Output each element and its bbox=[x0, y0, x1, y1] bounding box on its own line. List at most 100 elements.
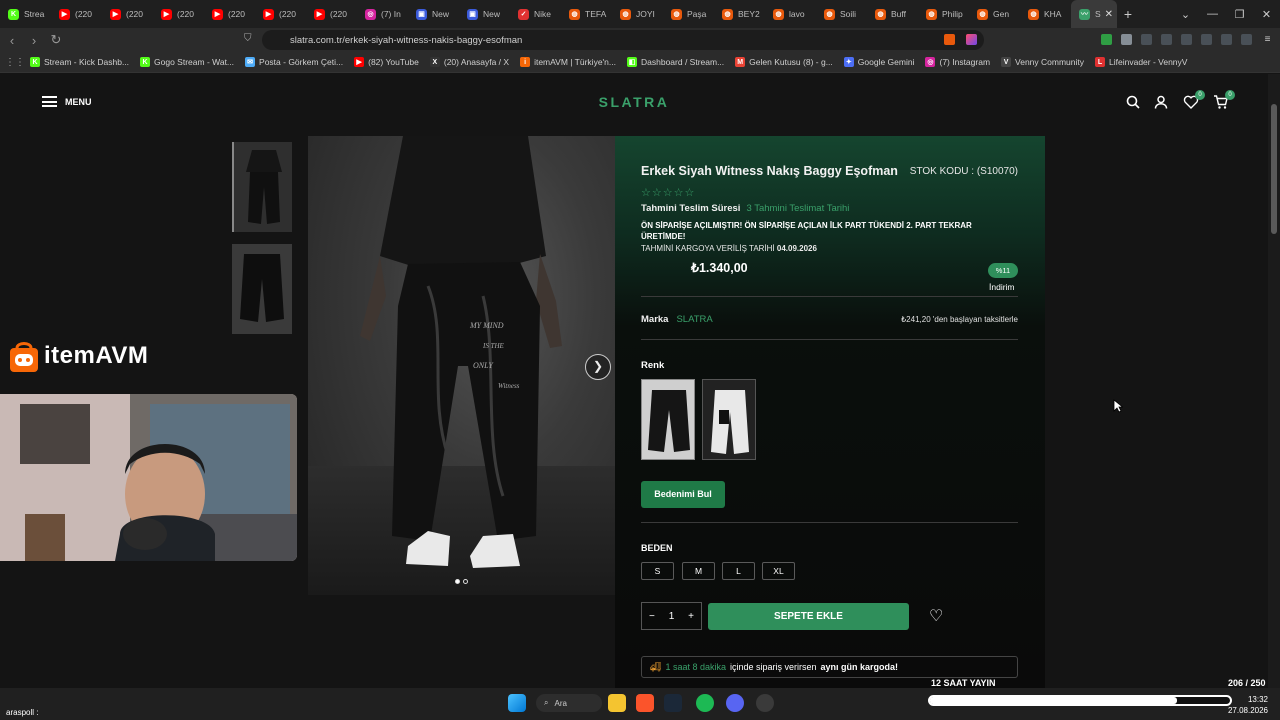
size-option-s[interactable]: S bbox=[641, 562, 674, 580]
size-option-xl[interactable]: XL bbox=[762, 562, 795, 580]
carousel-dot-active[interactable] bbox=[455, 579, 460, 584]
close-window-icon[interactable]: ✕ bbox=[1253, 8, 1280, 21]
color-swatch-white[interactable] bbox=[702, 379, 756, 460]
account-icon[interactable] bbox=[1153, 94, 1169, 110]
gallery-thumbnail[interactable] bbox=[232, 244, 292, 334]
browser-tab[interactable]: ◎ (7) In bbox=[357, 0, 408, 28]
browser-tab[interactable]: ◍ Paşa bbox=[663, 0, 714, 28]
bookmark-item[interactable]: ◎ (7) Instagram bbox=[925, 57, 990, 67]
browser-tab[interactable]: ◍ Philip bbox=[918, 0, 969, 28]
browser-tab[interactable]: ▶ (220 bbox=[102, 0, 153, 28]
next-image-arrow-icon[interactable]: ❯ bbox=[585, 354, 611, 380]
wallet-icon[interactable] bbox=[1201, 34, 1212, 45]
forward-icon[interactable]: › bbox=[24, 33, 44, 48]
bookmark-item[interactable]: ◧ Dashboard / Stream... bbox=[627, 57, 724, 67]
url-field[interactable]: slatra.com.tr/erkek-siyah-witness-nakis-… bbox=[262, 30, 984, 50]
decrease-qty-button[interactable]: − bbox=[649, 611, 655, 622]
browser-tab[interactable]: ◍ Buff bbox=[867, 0, 918, 28]
brave-browser-icon[interactable] bbox=[636, 694, 654, 712]
find-my-size-button[interactable]: Bedenimi Bul bbox=[641, 481, 725, 508]
tab-favicon-icon: ▶ bbox=[212, 8, 223, 20]
bookmark-favicon-icon: ◧ bbox=[627, 57, 637, 67]
browser-tab[interactable]: ◍ lavo bbox=[765, 0, 816, 28]
carousel-dot[interactable] bbox=[463, 579, 468, 584]
browser-tab[interactable]: ▣ New bbox=[459, 0, 510, 28]
browser-tab[interactable]: ▣ New bbox=[408, 0, 459, 28]
search-icon[interactable] bbox=[1125, 94, 1141, 110]
minimize-icon[interactable]: — bbox=[1199, 8, 1226, 20]
page-scrollbar[interactable] bbox=[1268, 74, 1280, 688]
browser-tab[interactable]: ▶ (220 bbox=[51, 0, 102, 28]
browser-tab[interactable]: ◍ KHA bbox=[1020, 0, 1071, 28]
cart-icon[interactable]: 0 bbox=[1213, 90, 1235, 110]
cargo-date: TAHMİNİ KARGOYA VERİLİŞ TARİHİ 04.09.202… bbox=[641, 244, 817, 253]
stream-goal-progress-fill bbox=[930, 697, 1178, 704]
browser-tab[interactable]: ▶ (220 bbox=[255, 0, 306, 28]
windows-start-icon[interactable] bbox=[508, 694, 526, 712]
wishlist-icon[interactable]: 0 bbox=[1183, 90, 1205, 110]
gallery-thumbnail[interactable] bbox=[232, 142, 292, 232]
maximize-icon[interactable]: ❐ bbox=[1226, 8, 1253, 21]
system-clock[interactable]: 13:32 27.08.2026 bbox=[1228, 694, 1268, 716]
bookmark-item[interactable]: L Lifeinvader - VennyV bbox=[1095, 57, 1187, 67]
browser-menu-icon[interactable]: ≡ bbox=[1262, 34, 1273, 45]
extension-icon[interactable] bbox=[1101, 34, 1112, 45]
back-icon[interactable]: ‹ bbox=[2, 33, 22, 48]
new-tab-icon[interactable]: + bbox=[1117, 6, 1139, 22]
extensions-puzzle-icon[interactable] bbox=[1141, 34, 1152, 45]
bookmark-item[interactable]: i itemAVM | Türkiye'n... bbox=[520, 57, 616, 67]
browser-tab[interactable]: ◍ Gen bbox=[969, 0, 1020, 28]
close-tab-icon[interactable]: ✕ bbox=[1105, 9, 1113, 20]
brand-link[interactable]: SLATRA bbox=[676, 314, 712, 325]
size-option-m[interactable]: M bbox=[682, 562, 715, 580]
discord-icon[interactable] bbox=[726, 694, 744, 712]
tab-favicon-icon: 〰 bbox=[1079, 8, 1090, 20]
tab-favicon-icon: K bbox=[8, 8, 19, 20]
bookmark-item[interactable]: V Venny Community bbox=[1001, 57, 1084, 67]
browser-tab[interactable]: ▶ (220 bbox=[204, 0, 255, 28]
browser-tab[interactable]: K Strea bbox=[0, 0, 51, 28]
browser-tab[interactable]: ✓ Nike bbox=[510, 0, 561, 28]
rating-stars[interactable]: ☆☆☆☆☆ bbox=[641, 186, 695, 199]
browser-tab[interactable]: ▶ (220 bbox=[153, 0, 204, 28]
media-icon[interactable] bbox=[1161, 34, 1172, 45]
bookmark-item[interactable]: K Gogo Stream - Wat... bbox=[140, 57, 234, 67]
color-swatch-black[interactable] bbox=[641, 379, 695, 460]
sidebar-icon[interactable] bbox=[1181, 34, 1192, 45]
product-main-image[interactable]: MY MIND IS THE ONLY Witness bbox=[308, 136, 615, 595]
size-option-l[interactable]: L bbox=[722, 562, 755, 580]
site-logo[interactable]: SLATRA bbox=[0, 94, 1268, 110]
browser-tab[interactable]: ◍ TEFA bbox=[561, 0, 612, 28]
bookmark-item[interactable]: ▶ (82) YouTube bbox=[354, 57, 419, 67]
brave-shield-icon[interactable] bbox=[944, 34, 955, 45]
obs-icon[interactable] bbox=[756, 694, 774, 712]
browser-tab[interactable]: ◍ JOYI bbox=[612, 0, 663, 28]
steam-icon[interactable] bbox=[664, 694, 682, 712]
bookmark-item[interactable]: X (20) Anasayfa / X bbox=[429, 57, 509, 67]
spotify-icon[interactable] bbox=[696, 694, 714, 712]
add-to-cart-button[interactable]: SEPETE EKLE bbox=[708, 603, 909, 630]
add-to-wishlist-heart-icon[interactable]: ♡ bbox=[929, 606, 943, 626]
bookmark-icon[interactable]: ⛉ bbox=[244, 33, 252, 44]
browser-tab[interactable]: ◍ Soili bbox=[816, 0, 867, 28]
bookmark-item[interactable]: M Gelen Kutusu (8) - g... bbox=[735, 57, 833, 67]
taskbar-search[interactable]: ⌕ Ara bbox=[536, 694, 602, 712]
browser-tab[interactable]: ▶ (220 bbox=[306, 0, 357, 28]
apps-grid-icon[interactable]: ⋮⋮ bbox=[0, 57, 30, 68]
tab-search-icon[interactable]: ⌄ bbox=[1172, 8, 1199, 21]
extension-icon[interactable] bbox=[1121, 34, 1132, 45]
quantity-value[interactable]: 1 bbox=[669, 611, 675, 622]
tab-label: Gen bbox=[993, 9, 1010, 19]
bookmark-item[interactable]: ✦ Google Gemini bbox=[843, 57, 914, 67]
browser-tab[interactable]: ◍ BEY2 bbox=[714, 0, 765, 28]
vpn-icon[interactable] bbox=[1241, 34, 1252, 45]
scrollbar-thumb[interactable] bbox=[1271, 104, 1277, 234]
file-explorer-icon[interactable] bbox=[608, 694, 626, 712]
reload-icon[interactable]: ↻ bbox=[46, 32, 66, 48]
brave-rewards-icon[interactable] bbox=[966, 34, 977, 45]
increase-qty-button[interactable]: + bbox=[688, 611, 694, 622]
leo-ai-icon[interactable] bbox=[1221, 34, 1232, 45]
browser-tab[interactable]: 〰 S ✕ bbox=[1071, 0, 1117, 28]
bookmark-item[interactable]: K Stream - Kick Dashb... bbox=[30, 57, 129, 67]
bookmark-item[interactable]: ✉ Posta - Görkem Çeti... bbox=[245, 57, 343, 67]
